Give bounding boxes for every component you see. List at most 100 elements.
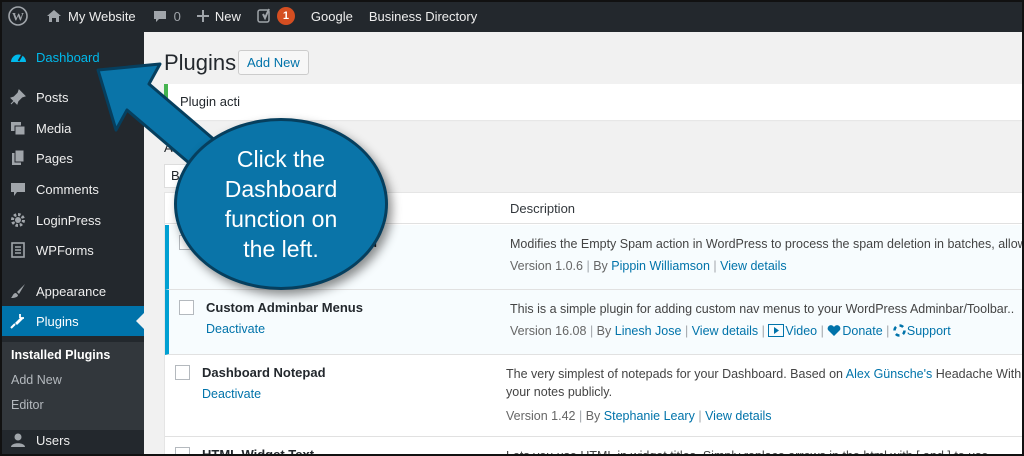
row-checkbox[interactable] xyxy=(175,447,190,455)
sidebar-item-pages[interactable]: Pages xyxy=(0,143,144,173)
media-icon xyxy=(0,121,36,136)
yoast-link[interactable]: 1 xyxy=(249,0,303,32)
home-icon xyxy=(47,10,61,22)
table-row: HTML Widget Text Lets you use HTML in wi… xyxy=(165,437,1023,456)
author-link[interactable]: Pippin Williamson xyxy=(611,259,710,273)
brush-icon xyxy=(0,283,36,299)
plugin-description: The very simplest of notepads for your D… xyxy=(506,367,1023,399)
support-link[interactable]: Support xyxy=(893,324,951,338)
comments-count: 0 xyxy=(173,8,181,24)
by-label: By xyxy=(593,259,608,273)
view-details-link[interactable]: View details xyxy=(692,324,758,338)
sidebar-item-plugins[interactable]: Plugins xyxy=(0,306,144,336)
donate-link[interactable]: Donate xyxy=(827,324,883,338)
sidebar-item-users[interactable]: Users xyxy=(0,425,144,455)
current-menu-pointer xyxy=(136,313,144,329)
dashboard-icon xyxy=(0,50,36,64)
sidebar-item-label: Plugins xyxy=(36,313,79,329)
admin-bar: W My Website 0 New 1 Google Business Dir… xyxy=(0,0,1024,32)
sidebar-item-label: Appearance xyxy=(36,283,107,299)
plugin-description: Lets you use HTML in widget titles. Simp… xyxy=(506,449,992,456)
sidebar-item-loginpress[interactable]: LoginPress xyxy=(0,205,144,235)
svg-text:W: W xyxy=(12,10,24,24)
author-credit-link[interactable]: Alex Günsche's xyxy=(846,367,932,381)
sidebar-item-label: Users xyxy=(36,432,70,448)
video-icon xyxy=(768,324,785,337)
comment-icon xyxy=(153,10,166,22)
sidebar-item-label: Pages xyxy=(36,150,73,166)
sidebar-item-label: WPForms xyxy=(36,242,94,258)
plus-icon xyxy=(196,10,209,22)
sidebar-item-label: Dashboard xyxy=(36,49,100,65)
submenu-installed-plugins[interactable]: Installed Plugins xyxy=(11,348,110,362)
page-title: Plugins xyxy=(164,50,237,75)
sidebar-item-dashboard[interactable]: Dashboard xyxy=(0,42,144,72)
plugin-description: This is a simple plugin for adding custo… xyxy=(510,302,1015,316)
submenu-add-new[interactable]: Add New xyxy=(11,373,62,387)
business-directory-link[interactable]: Business Directory xyxy=(361,0,485,32)
plugin-meta: Version 1.42 | By Stephanie Leary | View… xyxy=(506,409,772,423)
forms-icon xyxy=(0,242,36,258)
lifebuoy-icon xyxy=(893,324,906,337)
sidebar-item-wpforms[interactable]: WPForms xyxy=(0,235,144,265)
view-details-link[interactable]: View details xyxy=(720,259,786,273)
comments-link[interactable]: 0 xyxy=(144,0,189,32)
sidebar-item-label: LoginPress xyxy=(36,212,102,228)
callout-bubble: Click the Dashboard function on the left… xyxy=(174,118,388,290)
author-link[interactable]: Stephanie Leary xyxy=(604,409,695,423)
sidebar-item-posts[interactable]: Posts xyxy=(0,82,144,112)
site-name-label: My Website xyxy=(68,8,136,24)
plug-icon xyxy=(0,313,36,329)
filter-all-link[interactable]: All xyxy=(164,140,178,155)
plugins-submenu: Installed Plugins Add New Editor xyxy=(0,342,144,430)
video-link[interactable]: Video xyxy=(768,324,817,338)
view-details-link[interactable]: View details xyxy=(705,409,771,423)
deactivate-link[interactable]: Deactivate xyxy=(206,322,265,336)
table-row: Custom Adminbar Menus Deactivate This is… xyxy=(165,290,1023,355)
submenu-editor[interactable]: Editor xyxy=(11,398,44,412)
heart-icon xyxy=(828,325,841,336)
new-label: New xyxy=(214,8,241,24)
plugin-version: Version 16.08 xyxy=(510,324,587,338)
plugin-meta: Version 1.0.6 | By Pippin Williamson | V… xyxy=(510,259,787,273)
user-icon xyxy=(0,432,36,448)
plugin-notice: Plugin acti xyxy=(164,84,1024,120)
plugin-name: HTML Widget Text xyxy=(202,447,315,456)
plugin-version: Version 1.0.6 xyxy=(510,259,583,273)
pin-icon xyxy=(0,89,36,105)
plugin-name: Custom Adminbar Menus xyxy=(206,300,363,315)
plugin-description: Modifies the Empty Spam action in WordPr… xyxy=(510,237,1024,251)
plugin-name: Dashboard Notepad xyxy=(202,365,326,380)
sidebar-item-media[interactable]: Media xyxy=(0,113,144,143)
sidebar-item-appearance[interactable]: Appearance xyxy=(0,276,144,306)
plugin-version: Version 1.42 xyxy=(506,409,576,423)
table-row: Dashboard Notepad Deactivate The very si… xyxy=(165,355,1023,437)
callout-text: Click the Dashboard function on the left… xyxy=(224,146,338,262)
row-checkbox[interactable] xyxy=(175,365,190,380)
google-label: Google xyxy=(310,8,353,24)
row-checkbox[interactable] xyxy=(179,300,194,315)
column-header-description: Description xyxy=(510,201,576,216)
add-new-button[interactable]: Add New xyxy=(238,50,309,75)
gear-icon xyxy=(0,212,36,228)
deactivate-link[interactable]: Deactivate xyxy=(202,387,261,401)
comment-icon xyxy=(0,182,36,197)
google-link[interactable]: Google xyxy=(303,0,361,32)
sidebar-item-label: Comments xyxy=(36,181,99,197)
wordpress-logo-icon[interactable]: W xyxy=(0,0,38,32)
yoast-badge: 1 xyxy=(276,7,295,25)
yoast-icon xyxy=(257,8,270,23)
sidebar-item-label: Media xyxy=(36,120,72,136)
new-content-link[interactable]: New xyxy=(189,0,249,32)
by-label: By xyxy=(596,324,612,338)
sidebar-item-comments[interactable]: Comments xyxy=(0,174,144,204)
sidebar-item-label: Posts xyxy=(36,89,69,105)
admin-sidebar: Dashboard Posts Media Pages Comments Log… xyxy=(0,32,144,456)
author-link[interactable]: Linesh Jose xyxy=(615,324,682,338)
by-label: By xyxy=(585,409,601,423)
business-directory-label: Business Directory xyxy=(368,8,478,24)
plugin-meta: Version 16.08 | By Linesh Jose | View de… xyxy=(510,324,951,338)
notice-text: Plugin acti xyxy=(180,94,240,109)
site-name-link[interactable]: My Website xyxy=(38,0,144,32)
pages-icon xyxy=(0,150,36,166)
